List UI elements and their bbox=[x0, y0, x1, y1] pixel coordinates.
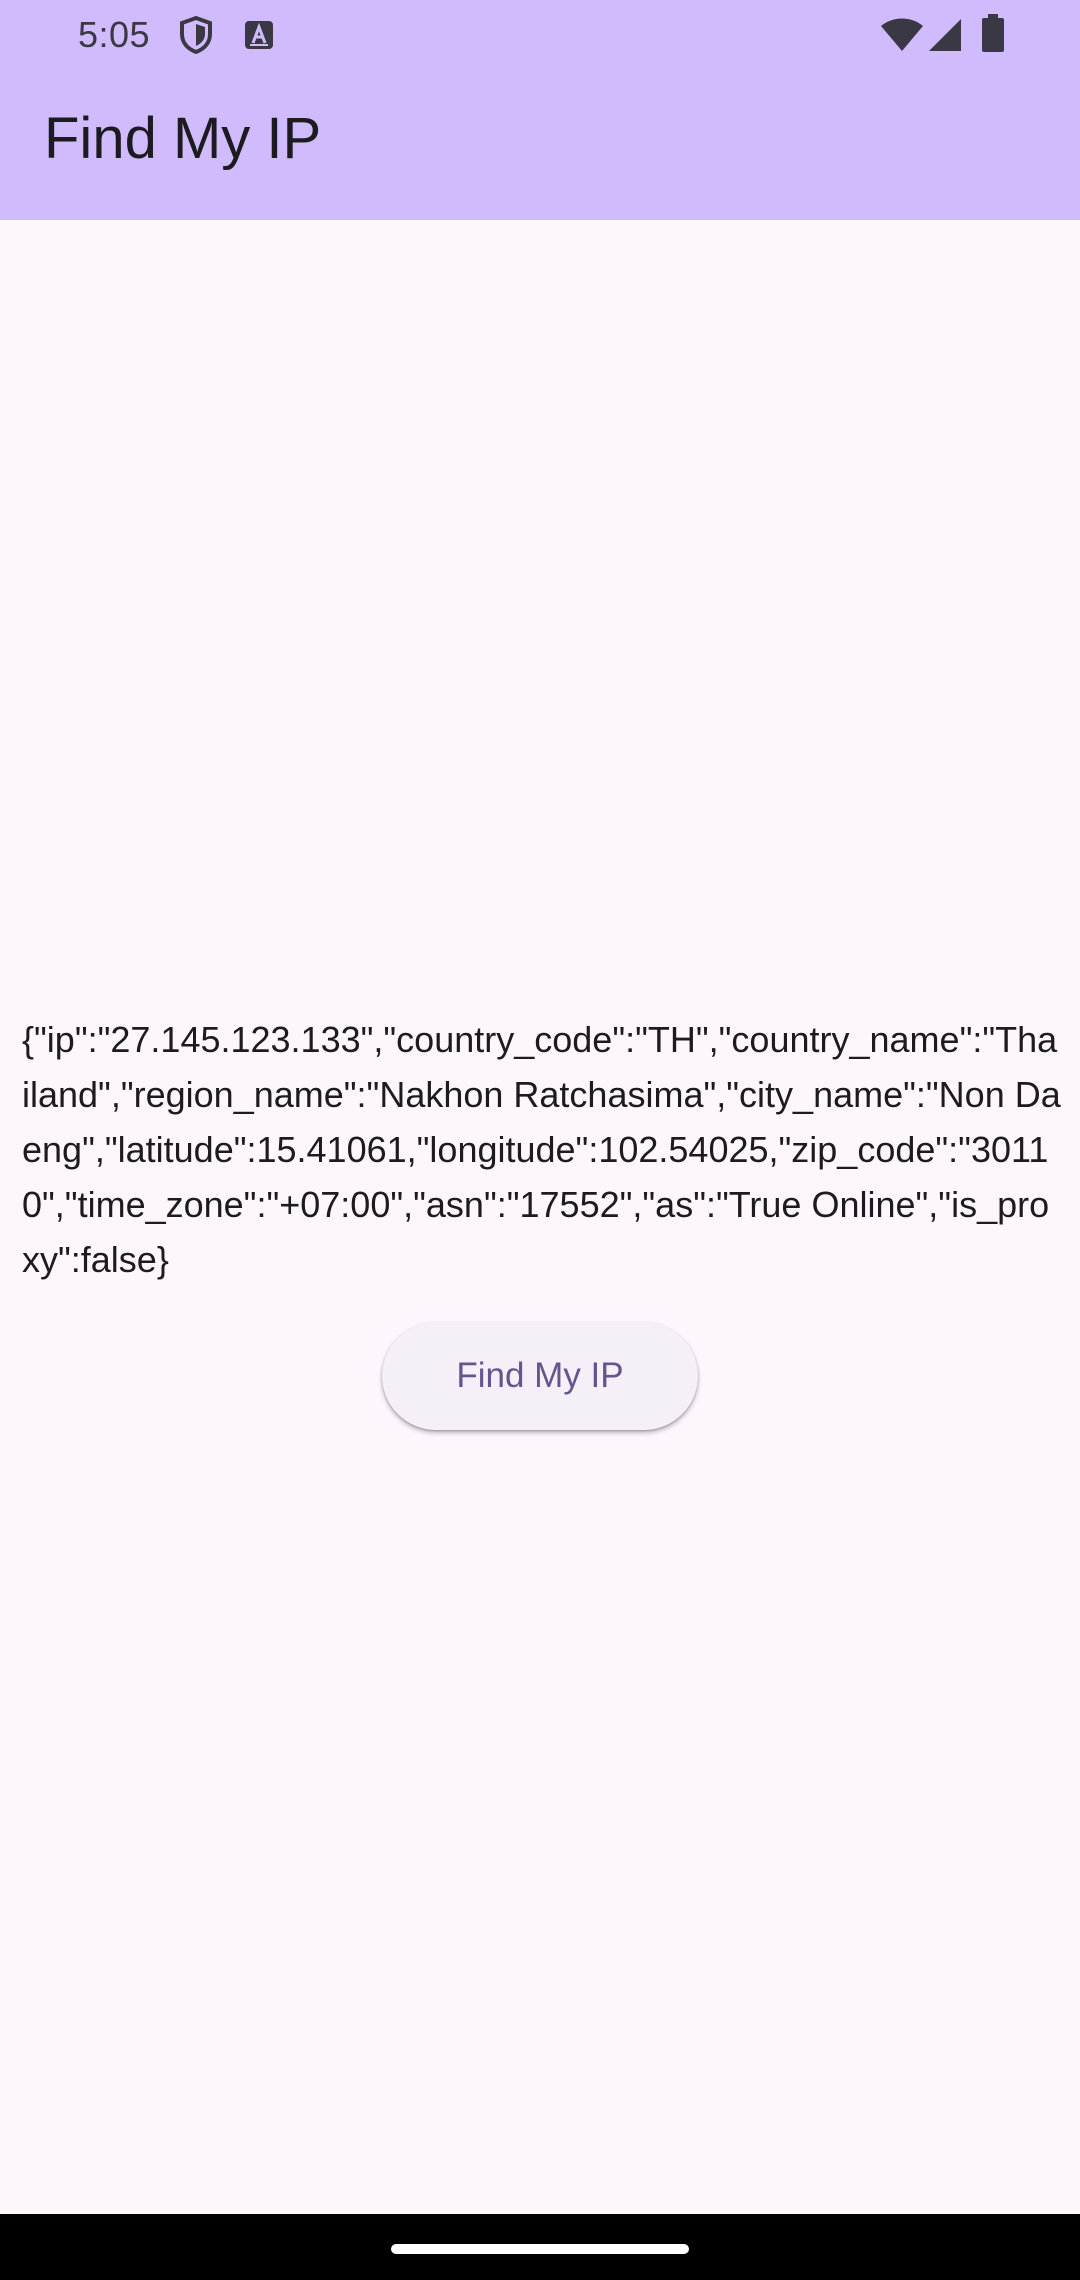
cellular-signal-icon bbox=[928, 18, 962, 57]
a-notification-icon bbox=[244, 20, 274, 55]
shield-icon bbox=[178, 15, 214, 59]
navigation-bar bbox=[0, 2214, 1080, 2280]
app-bar-title: Find My IP bbox=[44, 106, 322, 171]
find-my-ip-button[interactable]: Find My IP bbox=[382, 1322, 698, 1430]
app-header: 5:05 Find My IP bbox=[0, 0, 1080, 220]
ip-result-text: {"ip":"27.145.123.133","country_code":"T… bbox=[22, 1019, 1061, 1280]
status-time: 5:05 bbox=[78, 14, 151, 55]
status-bar: 5:05 bbox=[0, 0, 1080, 70]
battery-icon bbox=[980, 14, 1006, 57]
main-content: {"ip":"27.145.123.133","country_code":"T… bbox=[0, 220, 1080, 2214]
wifi-icon bbox=[880, 18, 924, 57]
home-gesture-handle[interactable] bbox=[391, 2244, 689, 2254]
